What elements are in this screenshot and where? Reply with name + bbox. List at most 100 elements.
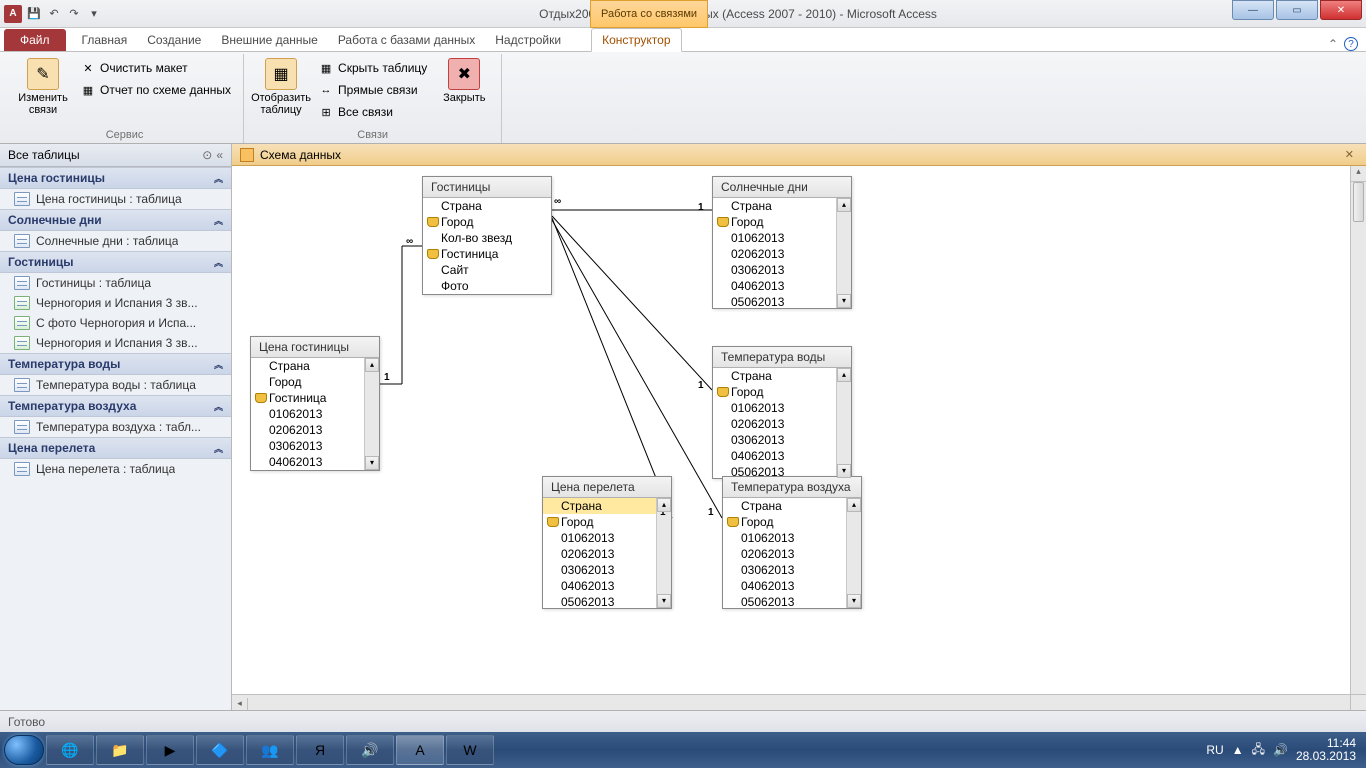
hide-table-button[interactable]: ▦Скрыть таблицу xyxy=(314,58,431,78)
minimize-ribbon-icon[interactable]: ⌃ xyxy=(1328,37,1338,51)
horizontal-scrollbar[interactable]: ◂ xyxy=(232,694,1350,710)
qat-dropdown-icon[interactable]: ▾ xyxy=(86,6,102,22)
nav-collapse-icon[interactable]: « xyxy=(216,148,223,162)
taskbar-access[interactable]: A xyxy=(396,735,444,765)
table-field[interactable]: Город xyxy=(423,214,537,230)
table-field[interactable]: 01062013 xyxy=(723,530,847,546)
nav-item[interactable]: Температура воздуха : табл... xyxy=(0,417,231,437)
scroll-down-icon[interactable]: ▾ xyxy=(657,594,671,608)
scroll-up-icon[interactable]: ▴ xyxy=(837,368,851,382)
save-icon[interactable]: 💾 xyxy=(26,6,42,22)
table-field[interactable]: 02062013 xyxy=(251,422,365,438)
table-field[interactable]: Город xyxy=(251,374,365,390)
table-field[interactable]: 04062013 xyxy=(543,578,657,594)
vertical-scrollbar[interactable]: ▴ xyxy=(1350,166,1366,694)
direct-relationships-button[interactable]: ↔Прямые связи xyxy=(314,80,431,100)
tab-database-tools[interactable]: Работа с базами данных xyxy=(328,29,485,51)
table-field[interactable]: 02062013 xyxy=(713,246,837,262)
tab-home[interactable]: Главная xyxy=(72,29,138,51)
table-field[interactable]: 01062013 xyxy=(251,406,365,422)
table-field[interactable]: 03062013 xyxy=(723,562,847,578)
all-relationships-button[interactable]: ⊞Все связи xyxy=(314,102,431,122)
nav-pane-header[interactable]: Все таблицы ⊙« xyxy=(0,144,231,167)
nav-item[interactable]: С фото Черногория и Испа... xyxy=(0,313,231,333)
taskbar-media[interactable]: ▶ xyxy=(146,735,194,765)
tray-flag-icon[interactable]: ▲ xyxy=(1232,743,1244,757)
scroll-down-icon[interactable]: ▾ xyxy=(365,456,379,470)
nav-item[interactable]: Солнечные дни : таблица xyxy=(0,231,231,251)
taskbar-yandex[interactable]: Я xyxy=(296,735,344,765)
nav-group-header[interactable]: Температура воды︽ xyxy=(0,353,231,375)
table-box-air[interactable]: Температура воздуха ▴▾СтранаГород0106201… xyxy=(722,476,862,609)
table-field[interactable]: 02062013 xyxy=(723,546,847,562)
relationship-report-button[interactable]: ▦Отчет по схеме данных xyxy=(76,80,235,100)
nav-group-header[interactable]: Цена перелета︽ xyxy=(0,437,231,459)
clear-layout-button[interactable]: ✕Очистить макет xyxy=(76,58,235,78)
taskbar-app1[interactable]: 🔷 xyxy=(196,735,244,765)
nav-item[interactable]: Цена гостиницы : таблица xyxy=(0,189,231,209)
scroll-up-icon[interactable]: ▴ xyxy=(365,358,379,372)
close-button[interactable]: ✕ xyxy=(1320,0,1362,20)
table-field[interactable]: Страна xyxy=(543,498,657,514)
table-field[interactable]: 03062013 xyxy=(251,438,365,454)
nav-group-header[interactable]: Температура воздуха︽ xyxy=(0,395,231,417)
nav-item[interactable]: Черногория и Испания 3 зв... xyxy=(0,333,231,353)
table-box-flight[interactable]: Цена перелета ▴▾СтранаГород0106201302062… xyxy=(542,476,672,609)
relationships-canvas[interactable]: Гостиницы СтранаГородКол-во звездГостини… xyxy=(232,166,1350,694)
nav-group-header[interactable]: Солнечные дни︽ xyxy=(0,209,231,231)
tray-network-icon[interactable]: 🖧 xyxy=(1252,740,1265,761)
minimize-button[interactable]: — xyxy=(1232,0,1274,20)
help-icon[interactable]: ? xyxy=(1344,37,1358,51)
table-field[interactable]: 04062013 xyxy=(723,578,847,594)
table-field[interactable]: 02062013 xyxy=(543,546,657,562)
table-field[interactable]: 04062013 xyxy=(713,448,837,464)
nav-item[interactable]: Цена перелета : таблица xyxy=(0,459,231,479)
table-box-price[interactable]: Цена гостиницы ▴▾СтранаГородГостиница010… xyxy=(250,336,380,471)
scroll-up-icon[interactable]: ▴ xyxy=(847,498,861,512)
document-tab[interactable]: Схема данных ✕ xyxy=(232,144,1366,166)
show-table-button[interactable]: ▦ Отобразить таблицу xyxy=(252,54,310,120)
table-field[interactable]: Город xyxy=(543,514,657,530)
scroll-down-icon[interactable]: ▾ xyxy=(847,594,861,608)
table-field[interactable]: 04062013 xyxy=(713,278,837,294)
table-field[interactable]: Страна xyxy=(723,498,847,514)
tray-lang[interactable]: RU xyxy=(1206,743,1223,757)
table-field[interactable]: Город xyxy=(713,214,837,230)
edit-relationships-button[interactable]: ✎ Изменить связи xyxy=(14,54,72,120)
table-box-sunny[interactable]: Солнечные дни ▴▾СтранаГород0106201302062… xyxy=(712,176,852,309)
nav-item[interactable]: Гостиницы : таблица xyxy=(0,273,231,293)
table-field[interactable]: Город xyxy=(713,384,837,400)
table-field[interactable]: Гостиница xyxy=(423,246,537,262)
taskbar-explorer[interactable]: 📁 xyxy=(96,735,144,765)
table-field[interactable]: Гостиница xyxy=(251,390,365,406)
undo-icon[interactable]: ↶ xyxy=(46,6,62,22)
table-field[interactable]: 03062013 xyxy=(543,562,657,578)
document-close-icon[interactable]: ✕ xyxy=(1341,148,1358,161)
taskbar-ie[interactable]: 🌐 xyxy=(46,735,94,765)
nav-dropdown-icon[interactable]: ⊙ xyxy=(202,148,212,162)
table-field[interactable]: Страна xyxy=(251,358,365,374)
table-field[interactable]: Город xyxy=(723,514,847,530)
table-field[interactable]: Страна xyxy=(423,198,537,214)
start-button[interactable] xyxy=(4,735,44,765)
tray-clock[interactable]: 11:44 28.03.2013 xyxy=(1296,737,1356,763)
table-field[interactable]: Страна xyxy=(713,198,837,214)
redo-icon[interactable]: ↷ xyxy=(66,6,82,22)
file-tab[interactable]: Файл xyxy=(4,29,66,51)
tab-addins[interactable]: Надстройки xyxy=(485,29,571,51)
table-field[interactable]: 01062013 xyxy=(543,530,657,546)
table-field[interactable]: Кол-во звезд xyxy=(423,230,537,246)
nav-item[interactable]: Температура воды : таблица xyxy=(0,375,231,395)
table-field[interactable]: 05062013 xyxy=(543,594,657,608)
table-field[interactable]: 05062013 xyxy=(713,294,837,308)
nav-group-header[interactable]: Гостиницы︽ xyxy=(0,251,231,273)
table-field[interactable]: 02062013 xyxy=(713,416,837,432)
table-field[interactable]: 01062013 xyxy=(713,400,837,416)
table-field[interactable]: 04062013 xyxy=(251,454,365,470)
table-field[interactable]: Страна xyxy=(713,368,837,384)
tab-create[interactable]: Создание xyxy=(137,29,211,51)
tab-design[interactable]: Конструктор xyxy=(591,28,681,52)
taskbar-sound[interactable]: 🔊 xyxy=(346,735,394,765)
table-field[interactable]: Фото xyxy=(423,278,537,294)
scroll-up-icon[interactable]: ▴ xyxy=(657,498,671,512)
